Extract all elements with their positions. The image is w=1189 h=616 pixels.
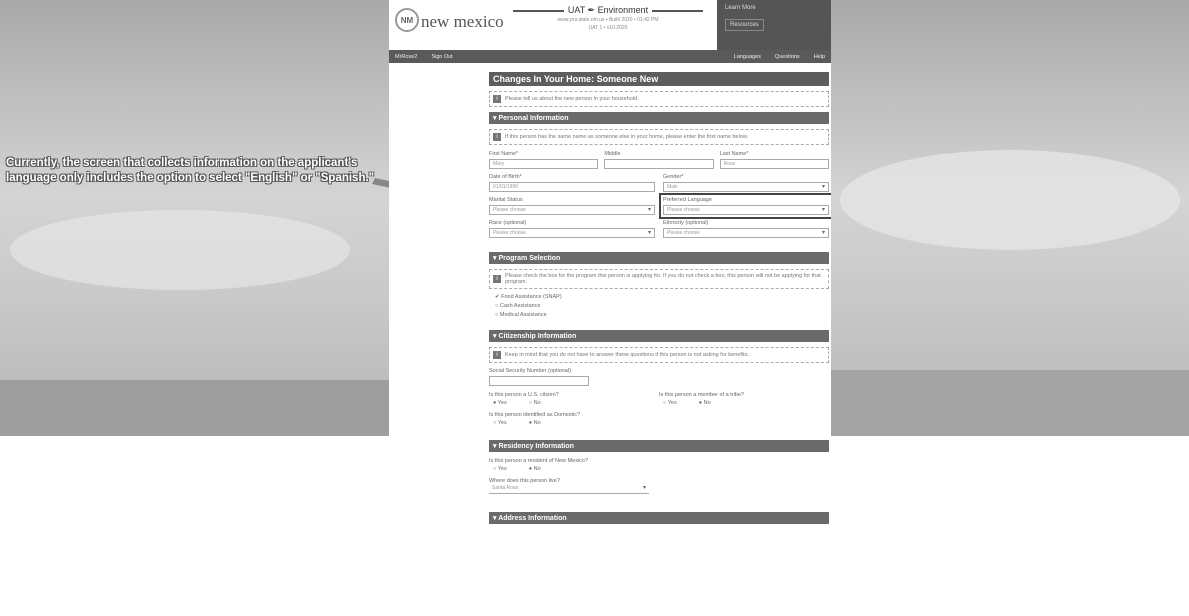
first-name-label: First Name*: [489, 151, 519, 157]
preferred-language-select[interactable]: Please choose: [663, 205, 829, 215]
preferred-language-highlight: Preferred Language Please choose: [659, 193, 831, 219]
learn-more-link[interactable]: Learn More: [725, 5, 823, 11]
marital-status-select[interactable]: Please choose: [489, 205, 655, 215]
page-title: Changes In Your Home: Someone New: [489, 72, 829, 86]
ethnicity-select[interactable]: Please choose: [663, 228, 829, 238]
personal-note-text: If this person has the same name as some…: [505, 134, 749, 140]
program-option-medical-label: Medical Assistance: [499, 312, 547, 318]
tribe-question: Is this person a member of a tribe?: [659, 392, 744, 398]
citizenship-note: i Keep in mind that you do not have to an…: [489, 347, 829, 363]
tribe-yes-label: Yes: [667, 400, 677, 406]
citizenship-section-header[interactable]: ▾ Citizenship Information: [489, 330, 829, 342]
citizen-no-label: No: [533, 400, 541, 406]
sign-out-link[interactable]: Sign Out: [431, 54, 452, 60]
citizen-question: Is this person a U.S. citizen?: [489, 392, 559, 398]
questions-link[interactable]: Questions: [775, 54, 800, 60]
last-name-label: Last Name*: [719, 151, 749, 157]
application-window: NM new mexico UAT ✒ Environment www.yes.…: [389, 0, 831, 616]
site-header: NM new mexico UAT ✒ Environment www.yes.…: [389, 0, 831, 50]
county-select[interactable]: Santa Rosa: [489, 484, 649, 494]
middle-name-label: Middle: [604, 151, 621, 157]
ssn-input[interactable]: [489, 376, 589, 386]
citizenship-note-text: Keep in mind that you do not have to ans…: [505, 352, 749, 358]
first-name-input[interactable]: Mary: [489, 159, 599, 169]
program-option-cash-label: Cash Assistance: [499, 303, 541, 309]
ethnicity-label: Ethnicity (optional): [663, 220, 709, 226]
resident-no-radio[interactable]: ● No: [529, 466, 541, 472]
resident-yes-radio[interactable]: ○ Yes: [493, 466, 507, 472]
info-icon: i: [493, 275, 501, 283]
program-option-snap-label: Food Assistance (SNAP): [501, 294, 562, 300]
citizen-yes-label: Yes: [497, 400, 507, 406]
program-option-medical[interactable]: ○ Medical Assistance: [495, 312, 829, 318]
program-option-cash[interactable]: ○ Cash Assistance: [495, 303, 829, 309]
domestic-yes-radio[interactable]: ○ Yes: [493, 420, 507, 426]
race-select[interactable]: Please choose: [489, 228, 655, 238]
gender-label: Gender*: [663, 174, 684, 180]
citizen-yes-radio[interactable]: ● Yes: [493, 400, 507, 406]
help-link[interactable]: Help: [814, 54, 825, 60]
race-label: Race (optional): [489, 220, 527, 226]
annotation-callout: Currently, the screen that collects info…: [6, 157, 375, 184]
brand-name: new mexico: [421, 12, 504, 31]
resources-dropdown[interactable]: Resources: [725, 19, 764, 31]
info-icon: i: [493, 351, 501, 359]
top-nav: MrRose2 Sign Out Languages Questions Hel…: [389, 50, 831, 63]
personal-section-header[interactable]: ▾ Personal Information: [489, 112, 829, 124]
environment-banner: UAT ✒ Environment www.yes.state.nm.us • …: [513, 5, 703, 32]
gender-select[interactable]: Male: [663, 182, 829, 192]
account-menu[interactable]: MrRose2: [395, 54, 417, 60]
domestic-no-radio[interactable]: ● No: [529, 420, 541, 426]
environment-info-2: UAT 1 • v10.2020: [588, 25, 628, 31]
info-icon: i: [493, 133, 501, 141]
form-content: Changes In Your Home: Someone New i Pleas…: [489, 72, 831, 524]
state-seal-logo: NM: [395, 8, 419, 32]
environment-title: UAT ✒ Environment: [567, 5, 649, 15]
program-note-text: Please check the box for the program thi…: [505, 273, 821, 285]
ssn-label: Social Security Number (optional): [489, 368, 571, 374]
intro-note: i Please tell us about the new person in …: [489, 91, 829, 107]
tribe-no-label: No: [703, 400, 711, 406]
program-option-snap[interactable]: ✔ Food Assistance (SNAP): [495, 294, 829, 300]
domestic-yes-label: Yes: [497, 420, 507, 426]
dob-label: Date of Birth*: [489, 174, 522, 180]
tribe-yes-radio[interactable]: ○ Yes: [663, 400, 677, 406]
program-note: i Please check the box for the program th…: [489, 269, 829, 289]
tribe-no-radio[interactable]: ● No: [699, 400, 711, 406]
personal-note: i If this person has the same name as som…: [489, 129, 829, 145]
environment-info-1: www.yes.state.nm.us • Build 2020 • 01:42…: [557, 17, 659, 23]
marital-status-label: Marital Status: [489, 197, 523, 203]
address-section-header[interactable]: ▾ Address Information: [489, 512, 829, 524]
intro-note-text: Please tell us about the new person in y…: [505, 96, 639, 102]
languages-menu[interactable]: Languages: [734, 54, 761, 60]
info-icon: i: [493, 95, 501, 103]
residency-section-header[interactable]: ▾ Residency Information: [489, 440, 829, 452]
middle-name-input[interactable]: [604, 159, 714, 169]
resident-question: Is this person a resident of New Mexico?: [489, 458, 589, 464]
resident-no-label: No: [533, 466, 541, 472]
domestic-no-label: No: [533, 420, 541, 426]
dob-input[interactable]: 01/01/1990: [489, 182, 655, 192]
header-links: Learn More Resources: [717, 0, 831, 50]
domestic-question: Is this person identified as Domestic?: [489, 412, 581, 418]
citizen-no-radio[interactable]: ○ No: [529, 400, 541, 406]
last-name-input[interactable]: Rose: [719, 159, 829, 169]
preferred-language-label: Preferred Language: [663, 197, 712, 203]
resident-yes-label: Yes: [497, 466, 507, 472]
program-section-header[interactable]: ▾ Program Selection: [489, 252, 829, 264]
